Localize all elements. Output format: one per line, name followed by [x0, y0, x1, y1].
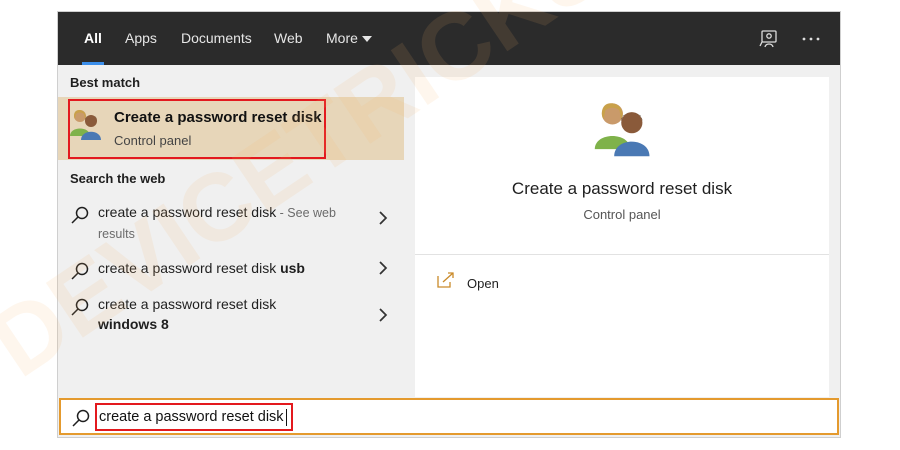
web-suggestion-3-bold: windows 8 [98, 316, 169, 332]
web-suggestion-2-text: create a password reset disk usb [98, 258, 305, 278]
results-list: Best match Create a password reset disk … [58, 65, 404, 395]
web-suggestion-1-text: create a password reset disk - See web r… [98, 202, 336, 244]
tab-more-label: More [326, 30, 358, 46]
web-suggestion-1-main: create a password reset disk [98, 204, 277, 220]
web-suggestion-3[interactable]: create a password reset disk windows 8 [58, 293, 404, 337]
open-action[interactable]: Open [435, 267, 555, 297]
highlight-box-best-match [68, 99, 326, 159]
preview-subtitle: Control panel [583, 207, 661, 222]
chevron-right-icon [379, 211, 388, 225]
tab-documents[interactable]: Documents [181, 12, 252, 65]
tab-all-label: All [84, 30, 102, 46]
chevron-right-icon [379, 308, 388, 322]
preview-title: Create a password reset disk [511, 179, 733, 198]
more-options-icon[interactable] [800, 28, 822, 50]
search-box[interactable] [59, 398, 839, 435]
users-icon [594, 103, 650, 157]
search-web-heading: Search the web [70, 171, 166, 186]
start-search-window: All Apps Documents Web More Best match C… [57, 11, 841, 438]
search-icon [71, 262, 89, 280]
search-icon [71, 298, 89, 316]
caret-down-icon [361, 36, 372, 43]
web-suggestion-2[interactable]: create a password reset disk usb [58, 257, 404, 287]
web-suggestion-3-main: create a password reset disk [98, 296, 277, 312]
open-icon [437, 272, 454, 288]
text-caret [286, 409, 287, 426]
web-suggestion-2-bold: usb [280, 260, 305, 276]
search-icon [71, 206, 89, 224]
web-suggestion-1[interactable]: create a password reset disk - See web r… [58, 201, 404, 245]
web-suggestion-2-main: create a password reset disk [98, 260, 281, 276]
search-scope-bar: All Apps Documents Web More [58, 12, 840, 65]
best-match-heading: Best match [70, 75, 141, 90]
open-label: Open [467, 276, 499, 291]
tab-more[interactable]: More [326, 12, 372, 65]
tab-apps[interactable]: Apps [125, 12, 157, 65]
tab-apps-label: Apps [125, 30, 157, 46]
preview-pane: Create a password reset disk Control pan… [415, 77, 829, 397]
web-suggestion-1-muted: - See web [276, 206, 336, 220]
tab-web-label: Web [274, 30, 303, 46]
divider [415, 254, 829, 255]
search-icon [72, 409, 90, 427]
chevron-right-icon [379, 261, 388, 275]
feedback-icon[interactable] [758, 28, 780, 50]
tab-documents-label: Documents [181, 30, 252, 46]
tab-web[interactable]: Web [274, 12, 303, 65]
web-suggestion-3-text: create a password reset disk windows 8 [98, 294, 276, 334]
tab-all[interactable]: All [82, 12, 104, 65]
highlight-box-search [95, 403, 293, 431]
web-suggestion-1-line2: results [98, 227, 135, 241]
